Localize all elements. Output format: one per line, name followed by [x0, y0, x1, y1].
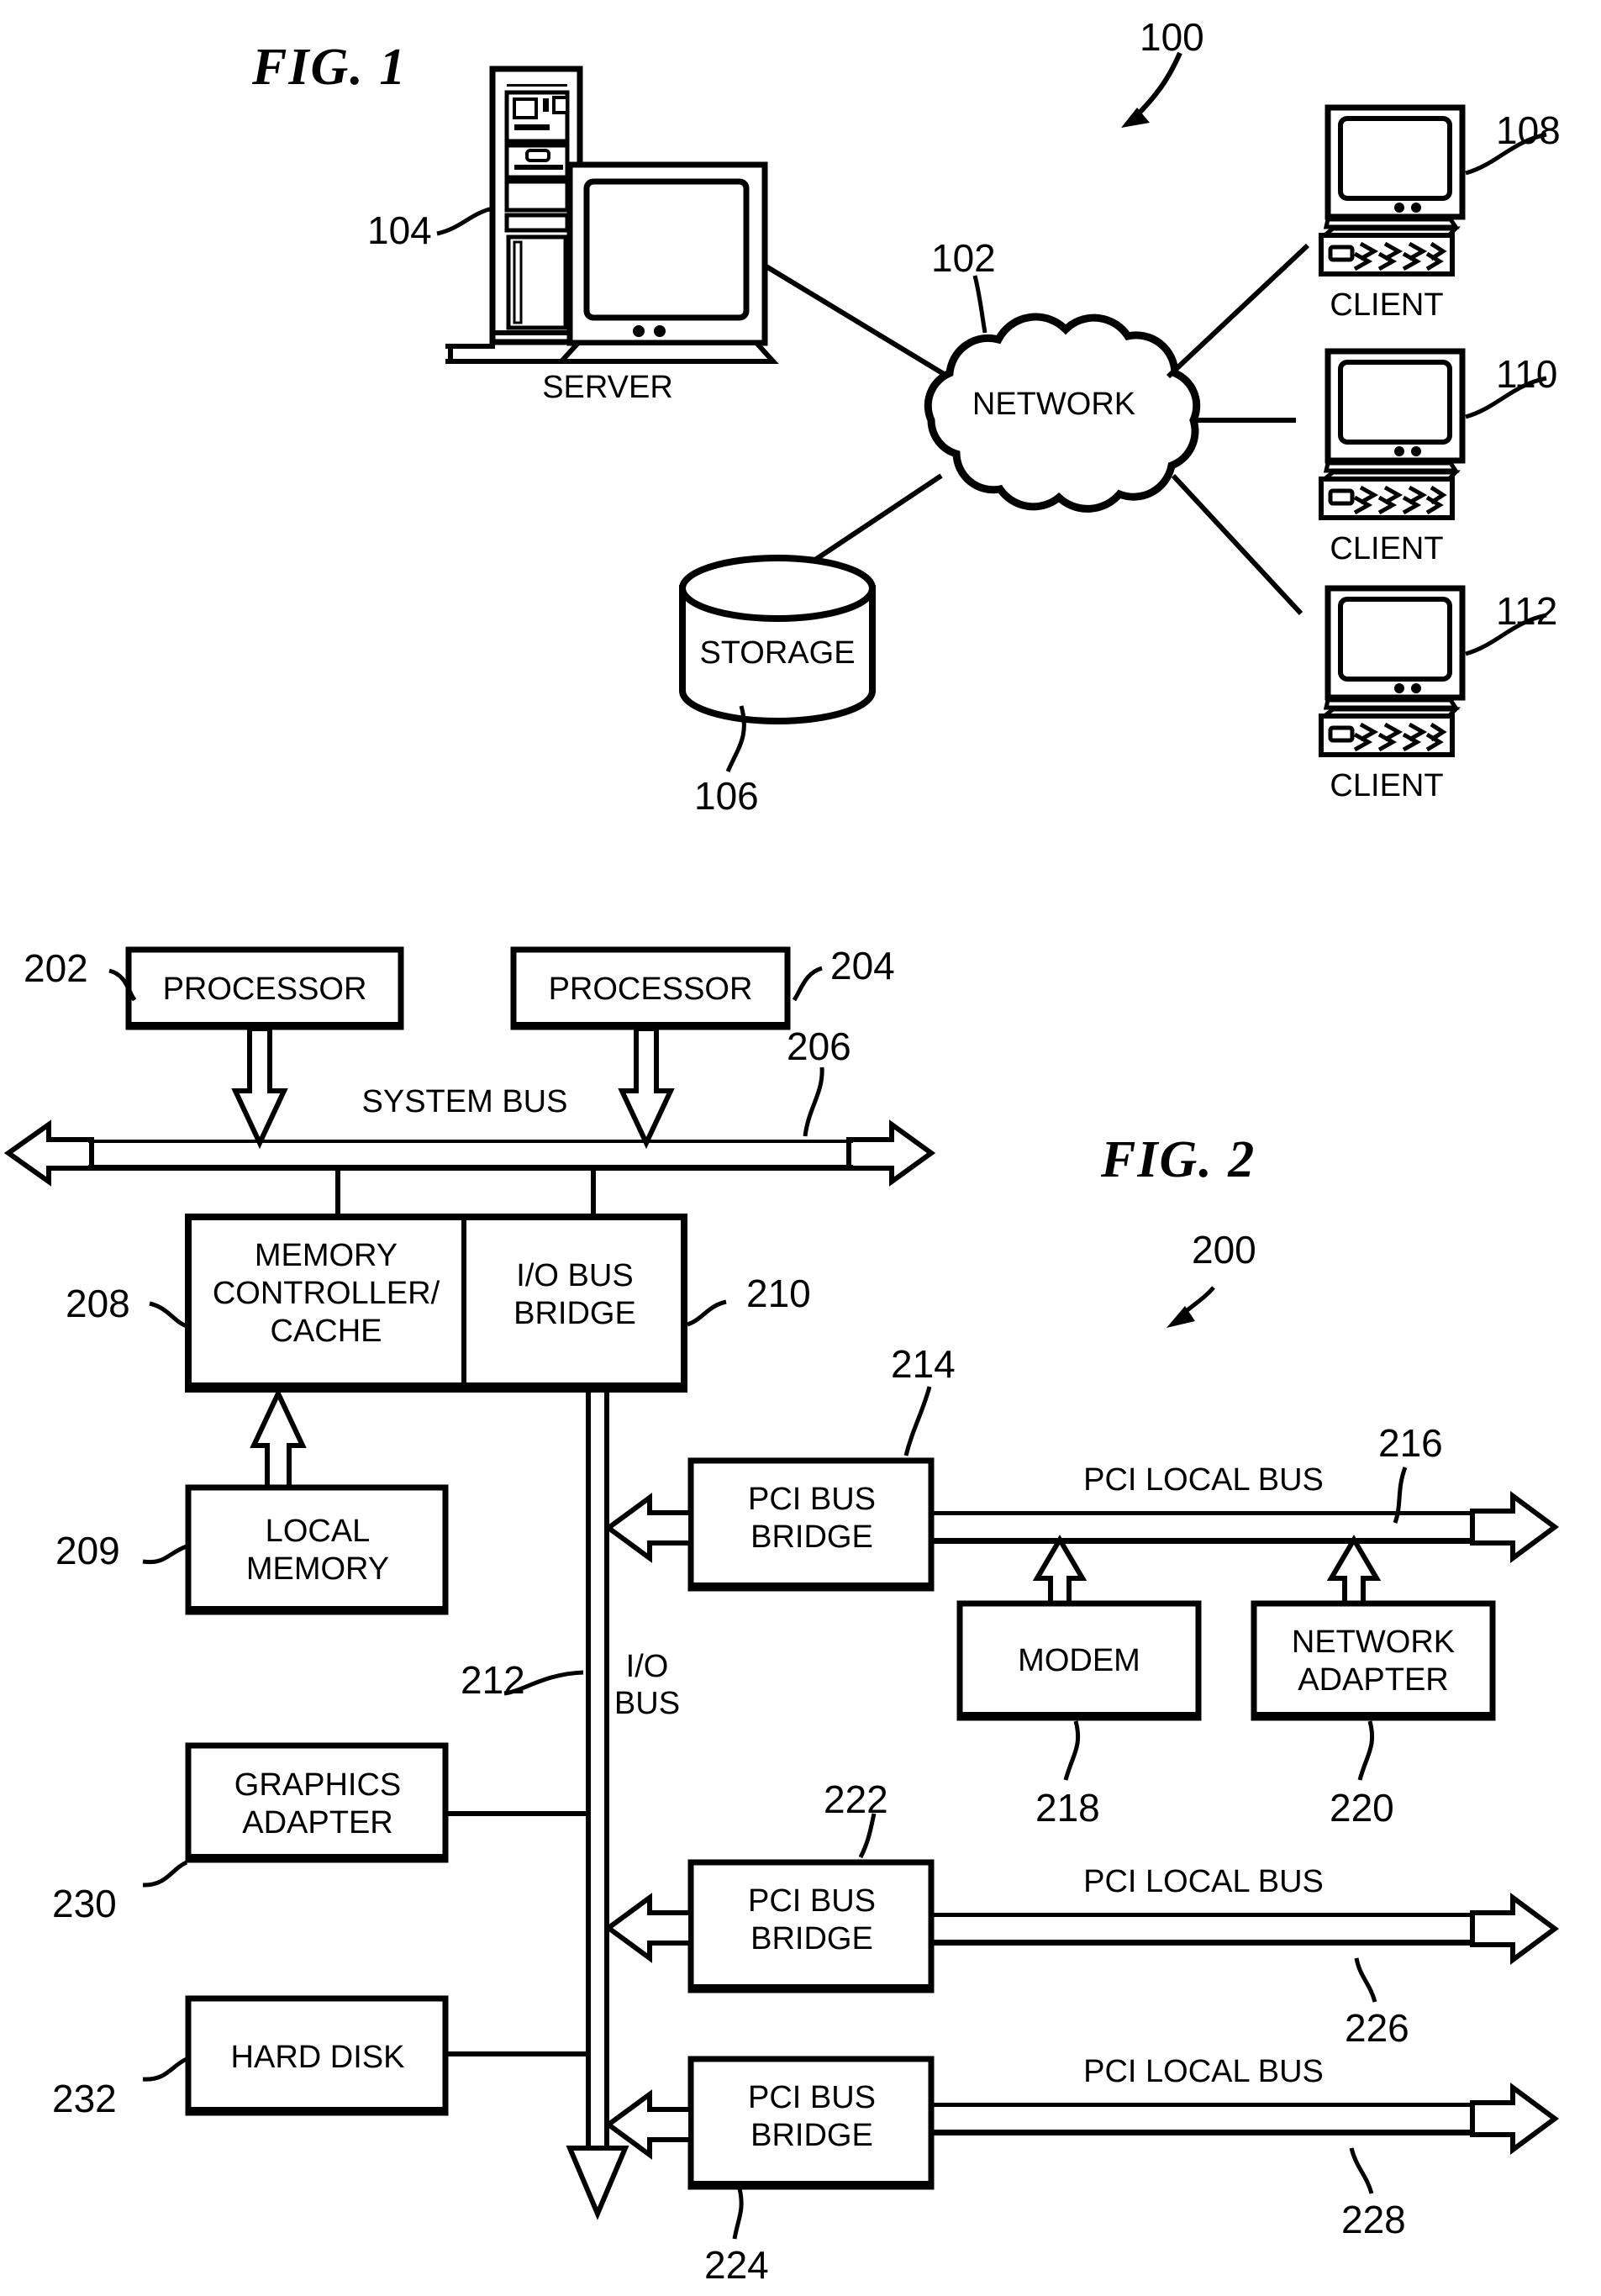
ref-224: 224: [704, 2243, 769, 2287]
io-bus-bridge-line2: BRIDGE: [513, 1295, 636, 1331]
pci-bus-bridge-214-line2: BRIDGE: [750, 1519, 873, 1555]
network-adapter-line1: NETWORK: [1291, 1625, 1456, 1660]
ref-220: 220: [1330, 1786, 1394, 1830]
client-3-caption: CLIENT: [1330, 768, 1444, 803]
ref-102-lead: [972, 275, 987, 334]
ref-106: 106: [694, 774, 759, 818]
network-caption: NETWORK: [972, 387, 1136, 422]
client-2-graphic: [1321, 351, 1462, 518]
io-bus-line: [566, 1389, 629, 2220]
system-bus-arrow: [3, 1119, 936, 1187]
ref-212: 212: [461, 1658, 525, 1702]
ref-226: 226: [1345, 2006, 1409, 2050]
pci-local-bus-228-arrow: [930, 2083, 1560, 2155]
network-adapter-bus-arrow: [1326, 1535, 1382, 1606]
local-memory-label: LOCAL MEMORY: [246, 1513, 389, 1588]
io-bus-label: I/O BUS: [614, 1649, 680, 1722]
ref-110: 110: [1496, 352, 1558, 396]
graphics-adapter-label: GRAPHICS ADAPTER: [234, 1767, 401, 1842]
ref-200: 200: [1192, 1228, 1256, 1272]
pci-bus-bridge-222-label: PCI BUS BRIDGE: [748, 1883, 876, 1958]
fig1-title: FIG. 1: [252, 39, 408, 96]
io-bus-line1: I/O: [625, 1649, 669, 1684]
ref-108: 108: [1496, 108, 1561, 152]
pci-bus-bridge-224-line1: PCI BUS: [747, 2080, 877, 2115]
ref-112: 112: [1496, 589, 1558, 633]
ref-204: 204: [830, 944, 895, 987]
ref-208: 208: [66, 1282, 130, 1325]
graphics-adapter-line2: ADAPTER: [242, 1804, 393, 1840]
io-bus-bridge-line1: I/O BUS: [516, 1258, 634, 1293]
pci-bus-bridge-224-label: PCI BUS BRIDGE: [748, 2079, 876, 2155]
client-2-caption: CLIENT: [1330, 531, 1444, 566]
pci-bridge-214-to-io-arrow: [603, 1493, 693, 1563]
storage-caption: STORAGE: [699, 635, 856, 671]
ref-210: 210: [746, 1272, 811, 1315]
network-adapter-line2: ADAPTER: [1298, 1661, 1449, 1698]
client-1-graphic: [1321, 108, 1462, 274]
pci-bus-bridge-214-label: PCI BUS BRIDGE: [748, 1481, 876, 1556]
client-1-caption: CLIENT: [1330, 287, 1444, 323]
pci-bus-bridge-214-line1: PCI BUS: [747, 1482, 877, 1517]
fig2-title: FIG. 2: [1101, 1131, 1256, 1188]
client-3-graphic: [1321, 588, 1462, 755]
fig1-system-lead: [1121, 51, 1182, 128]
server-tower-graphic: [445, 66, 583, 349]
network-adapter-label: NETWORK ADAPTER: [1292, 1624, 1455, 1699]
system-bus-label: SYSTEM BUS: [361, 1084, 568, 1119]
pci-local-bus-226-label: PCI LOCAL BUS: [1083, 1864, 1324, 1899]
processor-204-bus-arrow: [618, 1026, 675, 1150]
pci-bridge-222-to-io-arrow: [603, 1893, 693, 1963]
graphics-adapter-line1: GRAPHICS: [234, 1767, 402, 1803]
ref-202: 202: [24, 946, 88, 990]
pci-local-bus-228-label: PCI LOCAL BUS: [1083, 2054, 1324, 2089]
ref-222: 222: [824, 1777, 888, 1821]
modem-bus-arrow: [1032, 1535, 1088, 1606]
hard-disk-label: HARD DISK: [230, 2040, 405, 2075]
io-bus-line2: BUS: [614, 1685, 681, 1721]
ref-228: 228: [1341, 2198, 1406, 2241]
local-memory-line1: LOCAL: [265, 1514, 371, 1549]
server-caption: SERVER: [542, 370, 673, 405]
local-memory-arrow: [250, 1387, 307, 1490]
pci-bus-bridge-222-line2: BRIDGE: [750, 1920, 873, 1956]
ref-206: 206: [787, 1024, 851, 1068]
processor-202-label: PROCESSOR: [162, 972, 367, 1007]
ref-232: 232: [52, 2077, 117, 2120]
ref-216: 216: [1378, 1421, 1443, 1465]
ref-230: 230: [52, 1882, 117, 1925]
pci-local-bus-226-arrow: [930, 1893, 1560, 1965]
ref-209: 209: [55, 1529, 120, 1572]
processor-202-bus-arrow: [231, 1026, 288, 1150]
ref-214: 214: [891, 1342, 956, 1386]
memory-controller-line2: CONTROLLER/: [212, 1275, 440, 1311]
memory-controller-label: MEMORY CONTROLLER/ CACHE: [213, 1237, 440, 1350]
ref-102: 102: [931, 236, 996, 280]
pci-local-bus-216-arrow: [930, 1491, 1560, 1563]
processor-204-label: PROCESSOR: [548, 972, 753, 1007]
ref-100: 100: [1140, 15, 1204, 59]
modem-label: MODEM: [1018, 1643, 1140, 1678]
pci-bus-bridge-222-line1: PCI BUS: [747, 1883, 877, 1919]
local-memory-line2: MEMORY: [245, 1551, 390, 1587]
fig2-system-lead: [1167, 1286, 1215, 1328]
ref-104: 104: [367, 208, 432, 252]
pci-local-bus-216-label: PCI LOCAL BUS: [1083, 1462, 1324, 1498]
memory-controller-line1: MEMORY: [254, 1238, 398, 1273]
patent-drawing-sheet: FIG. 1 100 104 SERVER 102 NETWORK STORAG…: [0, 0, 1601, 2296]
ref-104-lead: [436, 206, 493, 236]
memory-controller-line3: CACHE: [270, 1313, 382, 1349]
pci-bus-bridge-224-line2: BRIDGE: [750, 2117, 873, 2153]
ref-218: 218: [1035, 1786, 1100, 1830]
io-bus-bridge-label: I/O BUS BRIDGE: [513, 1257, 636, 1333]
